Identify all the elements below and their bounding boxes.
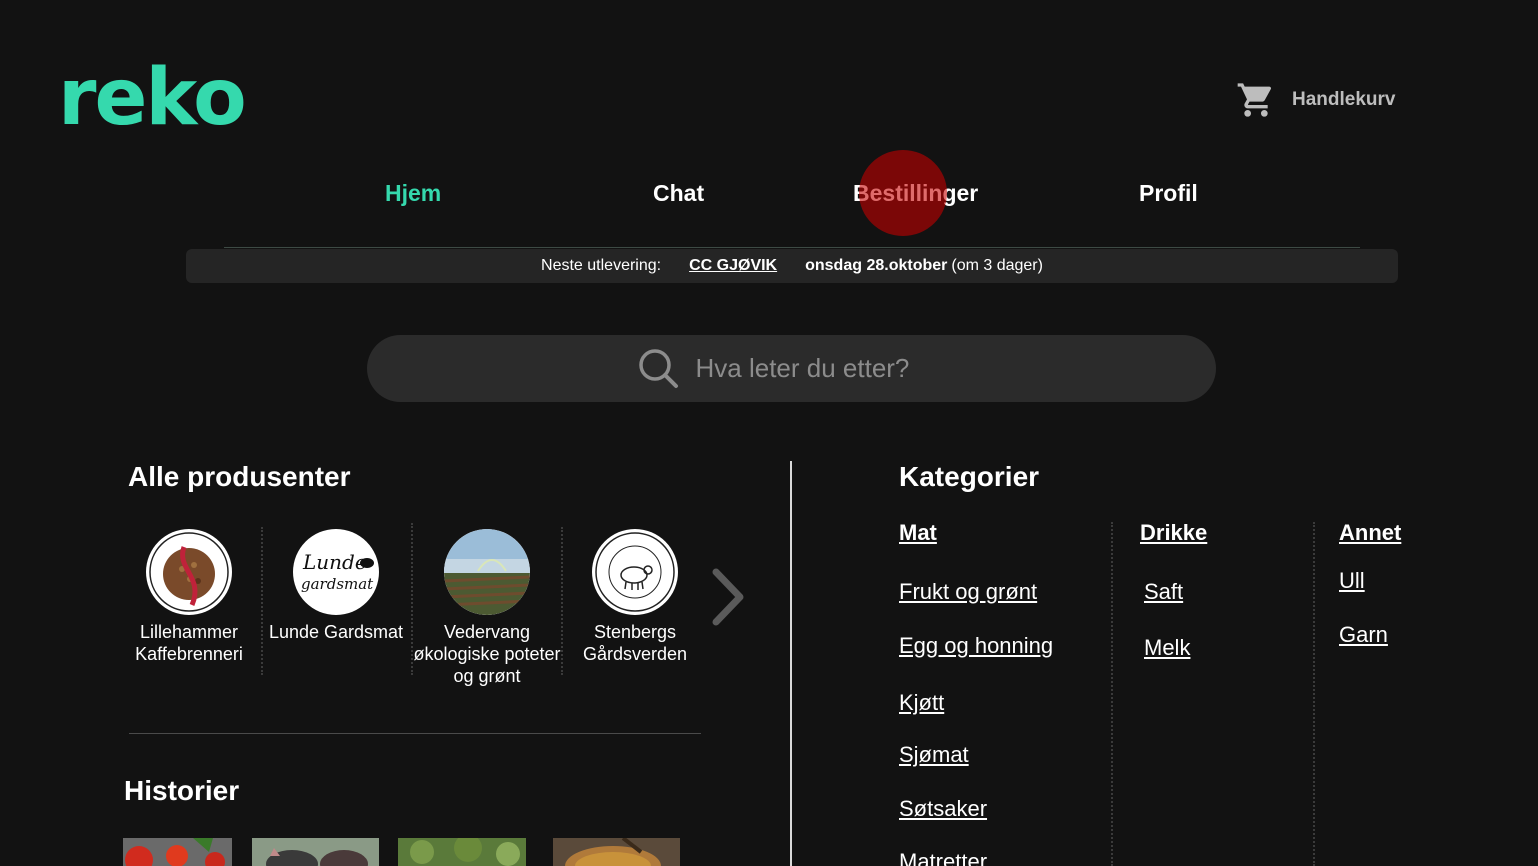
svg-text:gardsmat: gardsmat — [301, 575, 374, 593]
producer-logo-stenbergs — [592, 529, 678, 615]
svg-text:Lunde: Lunde — [302, 550, 367, 574]
category-heading-mat[interactable]: Mat — [899, 520, 937, 546]
category-separator — [1111, 522, 1113, 866]
story-thumbnail[interactable] — [553, 838, 680, 866]
cart-label: Handlekurv — [1292, 89, 1396, 110]
story-thumbnail[interactable] — [123, 838, 232, 866]
producer-name: Lillehammer Kaffebrenneri — [135, 622, 243, 664]
category-heading-drikke[interactable]: Drikke — [1140, 520, 1207, 546]
delivery-relative: (om 3 dager) — [951, 257, 1043, 274]
category-link[interactable]: Garn — [1339, 622, 1388, 648]
producer-card[interactable]: Lunde gardsmat Lunde Gardsmat — [261, 527, 411, 643]
category-link[interactable]: Egg og honning — [899, 633, 1053, 659]
category-link[interactable]: Melk — [1144, 635, 1190, 661]
producer-name: Lunde Gardsmat — [268, 622, 404, 642]
categories-title: Kategorier — [899, 461, 1040, 492]
search-icon — [638, 348, 678, 388]
producer-card[interactable]: Vedervang økologiske poteter og grønt — [412, 527, 562, 687]
delivery-label: Neste utlevering: — [541, 257, 662, 274]
search-input[interactable] — [695, 353, 946, 384]
section-divider — [129, 733, 701, 734]
producers-title: Alle produsenter — [128, 461, 351, 492]
producer-logo-lillehammer — [146, 529, 232, 615]
category-link[interactable]: Søtsaker — [899, 796, 987, 822]
category-link[interactable]: Saft — [1144, 579, 1183, 605]
category-heading-annet[interactable]: Annet — [1339, 520, 1401, 546]
delivery-date: onsdag 28.oktober — [805, 257, 948, 274]
cart-button[interactable]: Handlekurv — [1236, 80, 1395, 120]
stories-title: Historier — [124, 775, 240, 806]
nav-bestillinger[interactable]: Bestillinger — [853, 180, 978, 207]
category-link[interactable]: Sjømat — [899, 742, 969, 768]
category-link[interactable]: Frukt og grønt — [899, 579, 1037, 605]
nav-chat[interactable]: Chat — [653, 180, 704, 207]
delivery-bar: Neste utlevering: CC GJØVIK onsdag 28.ok… — [186, 249, 1398, 283]
shopping-cart-icon — [1237, 83, 1272, 117]
producer-card[interactable]: Lillehammer Kaffebrenneri — [114, 527, 264, 665]
producer-card[interactable]: Stenbergs Gårdsverden — [560, 527, 710, 665]
delivery-location-link[interactable]: CC GJØVIK — [689, 257, 777, 275]
category-link[interactable]: Ull — [1339, 568, 1365, 594]
producer-name: Vedervang økologiske poteter og grønt — [413, 622, 561, 686]
category-separator — [1313, 522, 1315, 866]
nav-hjem[interactable]: Hjem — [385, 180, 441, 207]
producer-logo-vedervang — [444, 529, 530, 615]
producer-logo-lunde: Lunde gardsmat — [293, 529, 379, 615]
producer-name: Stenbergs Gårdsverden — [582, 622, 688, 664]
nav-profil[interactable]: Profil — [1139, 180, 1198, 207]
chevron-right-icon[interactable] — [706, 568, 750, 628]
story-thumbnail[interactable] — [398, 838, 526, 866]
category-link[interactable]: Matretter — [899, 849, 987, 866]
nav-divider — [224, 247, 1360, 248]
search-bar[interactable] — [367, 335, 1216, 402]
category-link[interactable]: Kjøtt — [899, 690, 944, 716]
column-divider — [790, 461, 792, 866]
story-thumbnail[interactable] — [252, 838, 379, 866]
reko-logo[interactable]: reko — [58, 58, 247, 138]
